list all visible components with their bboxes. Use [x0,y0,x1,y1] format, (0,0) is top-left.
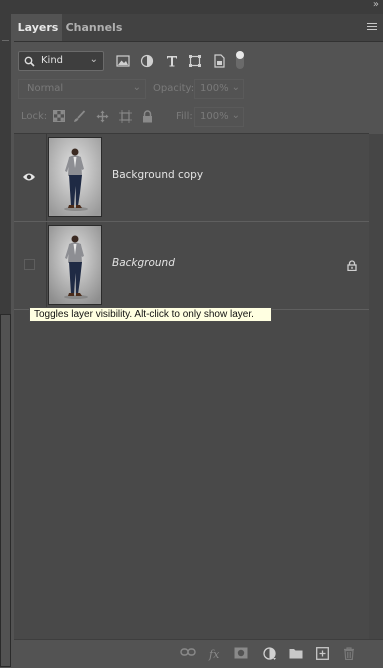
person-thumbnail-image [49,226,101,304]
opacity-label: Opacity: [153,83,195,94]
visibility-toggle[interactable] [14,222,47,309]
link-layers-icon[interactable] [180,647,196,657]
toggle-knob [236,51,244,59]
kind-filter-dropdown[interactable]: Kind ⌄ [18,51,104,71]
shape-filter-icon[interactable] [188,54,202,68]
fx-icon[interactable]: fx [208,647,222,661]
visibility-toggle[interactable] [14,134,47,221]
kind-label: Kind [41,55,64,66]
fill-label: Fill: [176,111,193,122]
tab-layers[interactable]: Layers [14,14,62,41]
fill-value: 100% [200,111,229,122]
layer-row-background[interactable]: Background [14,222,369,310]
blend-mode-dropdown[interactable]: Normal ⌄ [18,79,146,99]
panel-tabs: Layers Channels [14,14,383,42]
add-mask-icon[interactable] [234,647,248,659]
filter-toggle[interactable] [236,51,244,69]
adjustment-layer-icon[interactable] [263,647,277,661]
delete-layer-icon[interactable] [343,647,355,660]
collapse-panels-button[interactable]: » [373,0,379,10]
panel-top-bar: » [0,0,383,14]
adjustment-filter-icon[interactable] [140,54,154,68]
layers-panel: Layers Channels Kind ⌄ Normal ⌄ Opacity:… [14,14,383,667]
blend-row: Normal ⌄ Opacity: 100% ⌄ [14,79,383,99]
layer-row-background-copy[interactable]: Background copy [14,134,369,222]
person-thumbnail-image [49,138,101,216]
lock-position-icon[interactable] [96,110,109,123]
layer-thumbnail[interactable] [48,225,102,305]
image-filter-icon[interactable] [116,54,130,68]
layers-list: Background copy Background [14,133,383,653]
chevron-down-icon: ⌄ [89,54,98,65]
tab-channels[interactable]: Channels [64,14,124,41]
new-layer-icon[interactable] [316,647,329,660]
grip-handle[interactable] [2,40,9,41]
smart-object-filter-icon[interactable] [212,54,226,68]
lock-image-pixels-icon[interactable] [73,110,86,123]
type-filter-icon[interactable] [165,54,179,68]
search-icon [24,56,35,67]
lock-label: Lock: [21,111,48,122]
opacity-field[interactable]: 100% ⌄ [194,79,244,99]
blend-mode-value: Normal [27,83,64,94]
lock-icon[interactable] [347,260,357,271]
eye-icon[interactable] [22,172,36,182]
visibility-checkbox[interactable] [24,259,35,270]
visibility-tooltip: Toggles layer visibility. Alt-click to o… [29,307,272,322]
lock-transparent-pixels-icon[interactable] [53,110,65,122]
svg-text:fx: fx [208,648,220,661]
lock-artboard-icon[interactable] [119,110,132,123]
panel-menu-icon[interactable] [367,23,377,31]
layer-name[interactable]: Background [112,257,175,269]
lock-all-icon[interactable] [142,110,153,123]
layers-scrollbar[interactable] [369,134,383,653]
panel-footer: fx [14,639,383,668]
left-scroll-strip[interactable] [0,14,11,667]
layer-name[interactable]: Background copy [112,169,203,181]
scroll-thumb[interactable] [0,314,11,667]
chevron-down-icon[interactable]: ⌄ [232,82,240,93]
fill-field[interactable]: 100% ⌄ [194,107,244,127]
new-group-icon[interactable] [289,647,303,659]
chevron-down-icon: ⌄ [132,82,141,93]
layer-thumbnail[interactable] [48,137,102,217]
lock-row: Lock: Fill: 100% ⌄ [14,107,383,127]
chevron-down-icon[interactable]: ⌄ [232,110,240,121]
opacity-value: 100% [200,83,229,94]
filter-row: Kind ⌄ [14,49,383,73]
